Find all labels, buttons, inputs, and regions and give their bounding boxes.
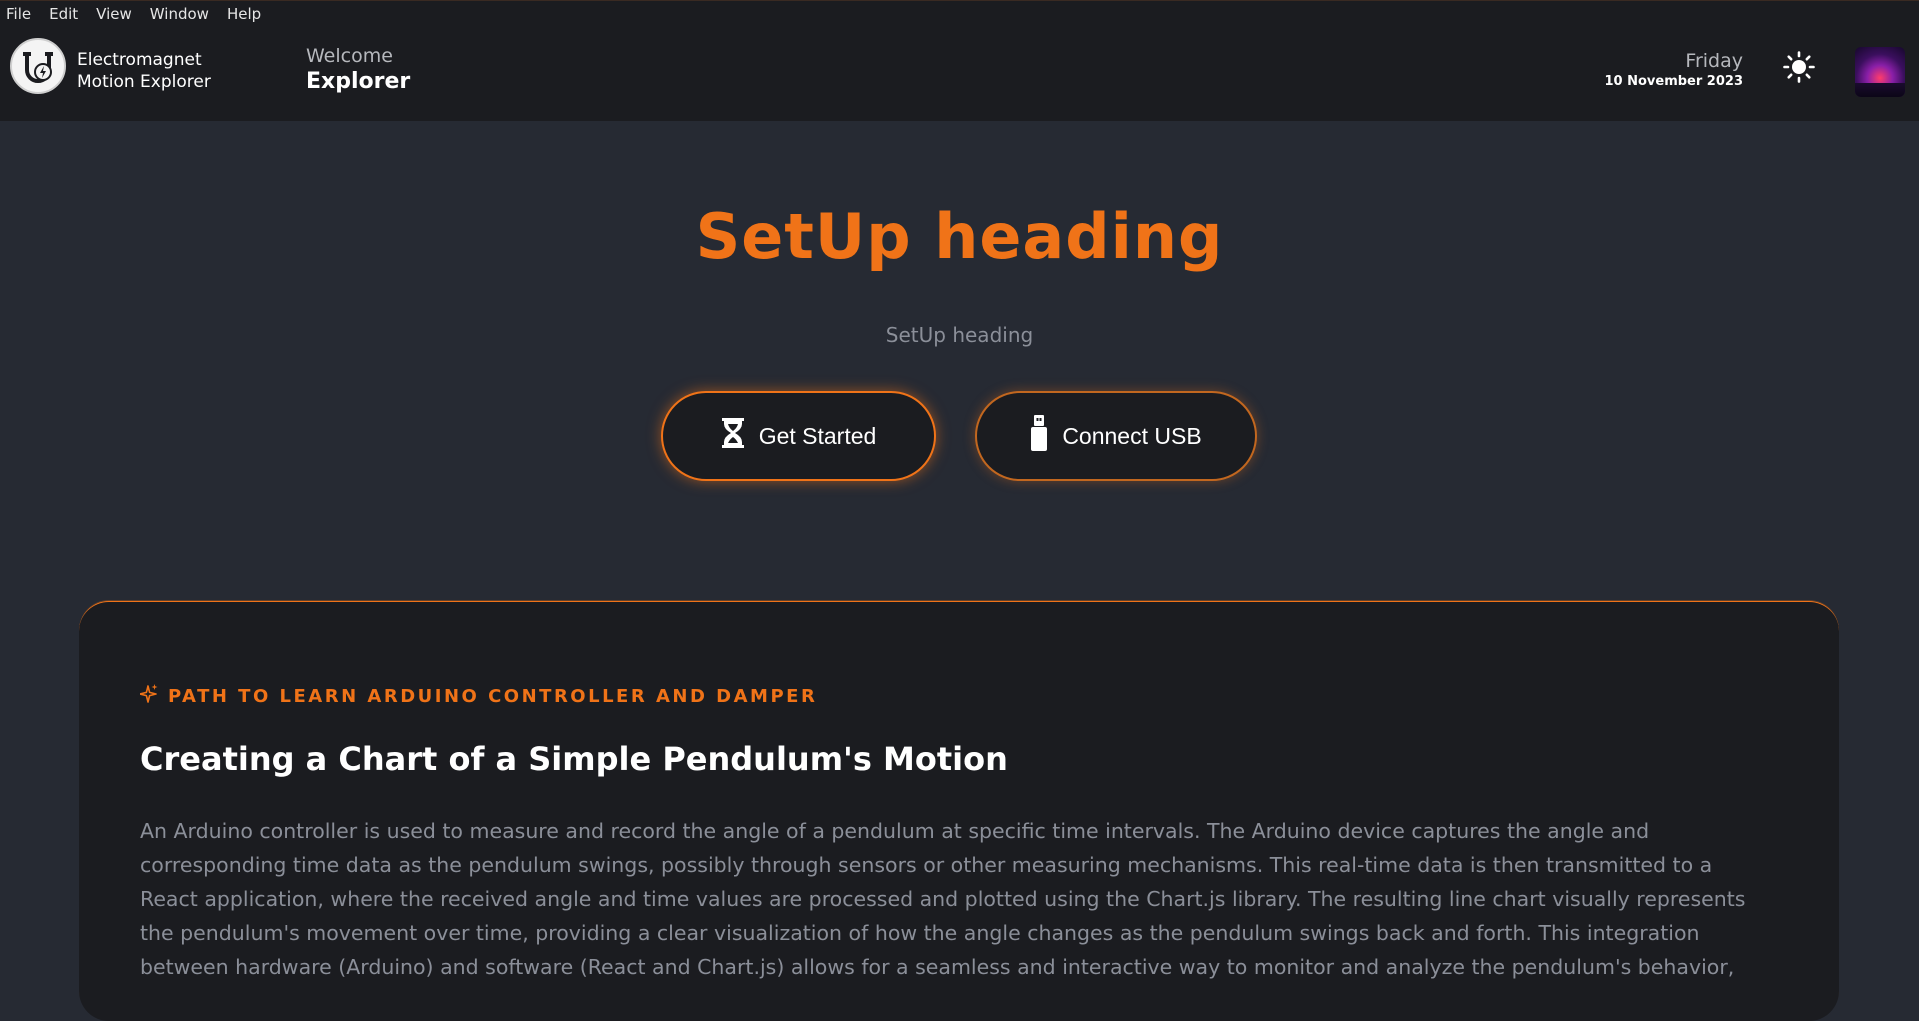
menu-window[interactable]: Window <box>141 1 218 27</box>
date-label: 10 November 2023 <box>1604 74 1743 89</box>
connect-usb-label: Connect USB <box>1062 422 1202 449</box>
welcome-name: Explorer <box>306 69 411 94</box>
brand-line-1: Electromagnet <box>77 50 202 70</box>
usb-icon <box>1030 415 1048 457</box>
sun-icon[interactable] <box>1783 51 1815 83</box>
menubar: File Edit View Window Help <box>0 0 1919 26</box>
menu-file[interactable]: File <box>0 1 40 27</box>
get-started-label: Get Started <box>758 422 877 449</box>
avatar[interactable] <box>1855 47 1905 97</box>
card-body: An Arduino controller is used to measure… <box>140 819 1746 979</box>
card-kicker: PATH TO LEARN ARDUINO CONTROLLER AND DAM… <box>139 684 818 709</box>
menu-edit[interactable]: Edit <box>40 1 87 27</box>
date-block: Friday 10 November 2023 <box>1604 49 1743 91</box>
connect-usb-button[interactable]: Connect USB <box>975 391 1257 481</box>
welcome-block: Welcome Explorer <box>306 44 410 96</box>
hourglass-icon <box>721 418 745 454</box>
card-title: Creating a Chart of a Simple Pendulum's … <box>140 740 1008 778</box>
brand-line-2: Motion Explorer <box>77 72 211 92</box>
welcome-label: Welcome <box>306 45 393 67</box>
magnet-logo-icon[interactable] <box>10 38 66 94</box>
app-header: Electromagnet Motion Explorer Welcome Ex… <box>0 26 1919 121</box>
sparkle-icon <box>139 684 158 709</box>
card-kicker-text: PATH TO LEARN ARDUINO CONTROLLER AND DAM… <box>168 686 818 707</box>
page-subtitle: SetUp heading <box>885 323 1034 347</box>
brand-name: Electromagnet Motion Explorer <box>77 49 211 93</box>
info-card: PATH TO LEARN ARDUINO CONTROLLER AND DAM… <box>79 601 1839 1021</box>
get-started-button[interactable]: Get Started <box>661 391 936 481</box>
weekday-label: Friday <box>1685 50 1743 72</box>
menu-help[interactable]: Help <box>218 1 270 27</box>
page-title: SetUp heading <box>695 200 1224 273</box>
menu-view[interactable]: View <box>87 1 141 27</box>
